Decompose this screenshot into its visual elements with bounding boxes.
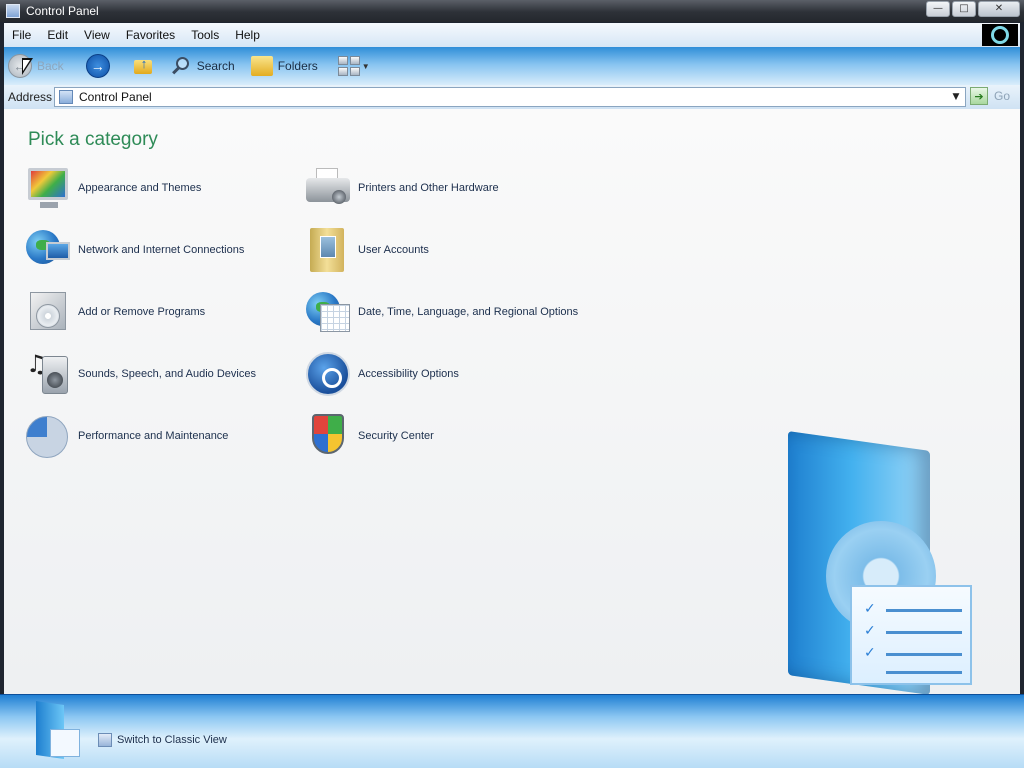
switch-label: Switch to Classic View bbox=[117, 734, 227, 746]
network-connections-icon bbox=[24, 226, 72, 274]
category-label: Date, Time, Language, and Regional Optio… bbox=[358, 306, 579, 318]
category-date-time-regional[interactable]: Date, Time, Language, and Regional Optio… bbox=[304, 288, 578, 336]
address-field[interactable]: Control Panel ▼ bbox=[54, 87, 966, 107]
folders-label: Folders bbox=[277, 59, 318, 73]
category-label: Appearance and Themes bbox=[78, 182, 202, 194]
control-panel-artwork-icon: ✓ ✓ ✓ bbox=[782, 431, 982, 694]
minimize-icon: — bbox=[933, 3, 943, 14]
address-label: Address bbox=[8, 90, 53, 104]
category-printers-hardware[interactable]: Printers and Other Hardware bbox=[304, 164, 499, 212]
menu-help[interactable]: Help bbox=[227, 28, 268, 42]
search-icon bbox=[170, 55, 192, 77]
switch-to-classic-view-link[interactable]: Switch to Classic View bbox=[98, 733, 227, 747]
address-value: Control Panel bbox=[79, 90, 152, 104]
up-folder-button[interactable]: ↑ bbox=[132, 51, 154, 81]
back-button[interactable]: ← Back bbox=[8, 51, 64, 81]
views-button[interactable]: ▼ bbox=[337, 51, 370, 81]
accessibility-icon bbox=[304, 350, 352, 398]
category-label: Network and Internet Connections bbox=[78, 244, 245, 256]
category-accessibility[interactable]: Accessibility Options bbox=[304, 350, 459, 398]
category-label: Sounds, Speech, and Audio Devices bbox=[78, 368, 256, 380]
mouse-cursor-icon bbox=[22, 58, 33, 75]
control-panel-icon bbox=[6, 4, 20, 18]
go-arrow-icon: ➔ bbox=[970, 87, 988, 105]
logo-ring-icon bbox=[991, 26, 1009, 44]
back-label: Back bbox=[37, 59, 64, 73]
folder-up-icon: ↑ bbox=[132, 56, 154, 76]
menu-edit[interactable]: Edit bbox=[39, 28, 76, 42]
forward-arrow-icon: → bbox=[85, 54, 110, 78]
security-shield-icon bbox=[304, 412, 352, 460]
task-pane-footer: Switch to Classic View bbox=[0, 694, 1024, 768]
search-button[interactable]: Search bbox=[170, 51, 235, 81]
minimize-button[interactable]: — bbox=[926, 1, 950, 17]
toolbar: ← Back → ↑ Search Folders ▼ bbox=[4, 47, 1020, 85]
views-dropdown-icon: ▼ bbox=[361, 61, 370, 71]
page-title: Pick a category bbox=[28, 129, 158, 150]
maximize-button[interactable]: □ bbox=[952, 1, 976, 17]
menu-bar: File Edit View Favorites Tools Help bbox=[4, 23, 1020, 47]
window-title: Control Panel bbox=[26, 4, 99, 18]
category-security-center[interactable]: Security Center bbox=[304, 412, 434, 460]
performance-maintenance-icon bbox=[24, 412, 72, 460]
folders-button[interactable]: Folders bbox=[250, 51, 318, 81]
maximize-icon: □ bbox=[959, 3, 969, 14]
category-label: Printers and Other Hardware bbox=[358, 182, 499, 194]
category-appearance-themes[interactable]: Appearance and Themes bbox=[24, 164, 201, 212]
go-label: Go bbox=[994, 89, 1011, 103]
forward-button[interactable]: → bbox=[85, 51, 110, 81]
address-bar: Address Control Panel ▼ ➔ Go bbox=[4, 85, 1020, 109]
folders-icon bbox=[250, 56, 273, 76]
sounds-audio-icon: ♫ bbox=[24, 350, 72, 398]
title-bar: Control Panel — □ ✕ bbox=[0, 0, 1024, 22]
windows-logo bbox=[982, 24, 1018, 46]
address-dropdown-icon[interactable]: ▼ bbox=[949, 89, 963, 105]
category-user-accounts[interactable]: User Accounts bbox=[304, 226, 429, 274]
category-add-remove-programs[interactable]: Add or Remove Programs bbox=[24, 288, 205, 336]
close-icon: ✕ bbox=[994, 3, 1004, 14]
views-icon bbox=[337, 56, 360, 76]
category-performance-maintenance[interactable]: Performance and Maintenance bbox=[24, 412, 228, 460]
control-panel-small-icon bbox=[59, 90, 73, 104]
go-button[interactable]: ➔ Go bbox=[970, 87, 1010, 105]
control-panel-small-artwork-icon bbox=[36, 701, 80, 761]
user-accounts-icon bbox=[304, 226, 352, 274]
category-label: Performance and Maintenance bbox=[78, 430, 229, 442]
appearance-themes-icon bbox=[24, 164, 72, 212]
close-button[interactable]: ✕ bbox=[978, 1, 1020, 17]
menu-view[interactable]: View bbox=[76, 28, 118, 42]
category-label: Security Center bbox=[358, 430, 434, 442]
add-remove-programs-icon bbox=[24, 288, 72, 336]
classic-view-icon bbox=[98, 733, 112, 747]
printers-hardware-icon bbox=[304, 164, 352, 212]
date-time-regional-icon bbox=[304, 288, 352, 336]
category-view: Pick a category Appearance and Themes Ne… bbox=[4, 109, 1020, 694]
category-label: Accessibility Options bbox=[358, 368, 459, 380]
menu-favorites[interactable]: Favorites bbox=[118, 28, 183, 42]
menu-tools[interactable]: Tools bbox=[183, 28, 227, 42]
category-network-connections[interactable]: Network and Internet Connections bbox=[24, 226, 244, 274]
category-label: Add or Remove Programs bbox=[78, 306, 206, 318]
search-label: Search bbox=[196, 59, 235, 73]
window-controls: — □ ✕ bbox=[926, 1, 1020, 17]
category-label: User Accounts bbox=[358, 244, 429, 256]
category-sounds-audio[interactable]: ♫ Sounds, Speech, and Audio Devices bbox=[24, 350, 256, 398]
menu-file[interactable]: File bbox=[4, 28, 39, 42]
